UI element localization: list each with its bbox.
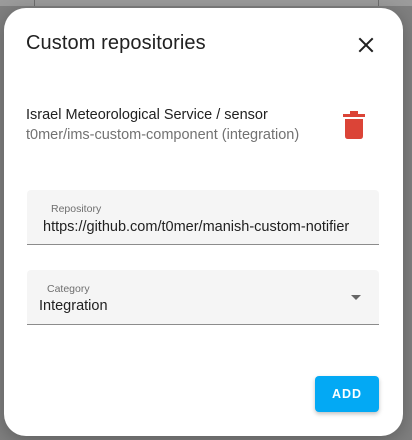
add-button[interactable]: ADD [315, 376, 379, 412]
close-icon [358, 37, 374, 53]
category-selected-value: Integration [39, 298, 108, 314]
dialog-title: Custom repositories [26, 32, 206, 54]
repository-name: Israel Meteorological Service / sensor [26, 107, 268, 123]
delete-repository-button[interactable] [340, 109, 368, 141]
repository-list-item: Israel Meteorological Service / sensor t… [26, 105, 326, 145]
background-divider [34, 0, 35, 6]
repository-path: t0mer/ims-custom-component (integration) [26, 127, 300, 143]
trash-icon [343, 111, 365, 139]
repository-field-label: Repository [51, 203, 102, 215]
category-select[interactable]: Category Integration [27, 270, 379, 325]
repository-input[interactable] [43, 217, 373, 237]
chevron-down-icon[interactable] [351, 295, 361, 300]
close-button[interactable] [351, 30, 381, 60]
background-strip [0, 0, 412, 6]
repository-field[interactable]: Repository [27, 190, 379, 245]
category-field-label: Category [47, 283, 90, 295]
custom-repositories-dialog: Custom repositories Israel Meteorologica… [4, 8, 403, 436]
background-divider [378, 0, 379, 6]
